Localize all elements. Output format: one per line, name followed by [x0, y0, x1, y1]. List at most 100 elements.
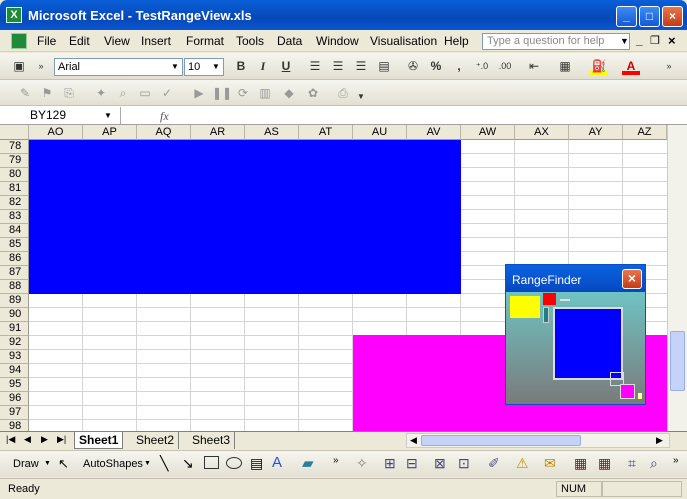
row-header[interactable]: 90: [0, 308, 29, 322]
currency-icon[interactable]: ✇: [404, 57, 422, 75]
row-header[interactable]: 97: [0, 406, 29, 420]
row-header[interactable]: 79: [0, 154, 29, 168]
borders-icon[interactable]: ▦: [556, 57, 574, 75]
menu-tools[interactable]: Tools: [236, 34, 264, 48]
row-header[interactable]: 96: [0, 392, 29, 406]
tool-icon-4[interactable]: ✦: [92, 84, 110, 102]
tool-icon-17[interactable]: ✐: [488, 455, 500, 472]
column-header[interactable]: AW: [461, 125, 515, 140]
rectangle-icon[interactable]: [204, 456, 219, 469]
menu-view[interactable]: View: [104, 34, 130, 48]
toolbar-options-icon[interactable]: »: [32, 57, 50, 75]
tab-sheet2[interactable]: Sheet2: [132, 432, 180, 449]
wordart-icon[interactable]: A: [272, 454, 282, 471]
menu-help[interactable]: Help: [444, 34, 469, 48]
tool-icon-18[interactable]: ✉: [544, 455, 556, 472]
column-header[interactable]: AU: [353, 125, 407, 140]
chevron-down-icon[interactable]: ▼: [210, 60, 222, 74]
tool-icon-12[interactable]: ✧: [356, 455, 368, 472]
minimize-button[interactable]: _: [616, 6, 637, 27]
draw-menu[interactable]: Draw: [13, 458, 39, 470]
prev-sheet-icon[interactable]: ◀: [24, 434, 31, 445]
merge-center-icon[interactable]: ▤: [375, 57, 393, 75]
increase-decimal-icon[interactable]: ⁺.0: [473, 57, 491, 75]
tool-icon-9[interactable]: ◆: [280, 84, 298, 102]
row-header[interactable]: 83: [0, 210, 29, 224]
line-icon[interactable]: ╲: [160, 455, 168, 472]
column-header[interactable]: AX: [515, 125, 569, 140]
zoom-icon[interactable]: ⌕: [650, 455, 658, 472]
tool-icon-6[interactable]: ▭: [136, 84, 154, 102]
vertical-scrollbar[interactable]: [667, 125, 687, 432]
scroll-left-icon[interactable]: ◀: [410, 435, 417, 446]
font-name-combo[interactable]: Arial ▼: [54, 58, 183, 76]
scroll-right-icon[interactable]: ▶: [656, 435, 663, 446]
tool-icon-8[interactable]: ▥: [256, 84, 274, 102]
rangefinder-close-button[interactable]: ×: [622, 269, 642, 289]
column-header[interactable]: AS: [245, 125, 299, 140]
underline-button[interactable]: U: [277, 57, 295, 75]
row-header[interactable]: 85: [0, 238, 29, 252]
column-header[interactable]: AV: [407, 125, 461, 140]
tab-sheet3[interactable]: Sheet3: [188, 432, 236, 449]
row-header[interactable]: 81: [0, 182, 29, 196]
row-header[interactable]: 92: [0, 336, 29, 350]
column-header[interactable]: AT: [299, 125, 353, 140]
save-icon[interactable]: ▣: [10, 57, 28, 75]
row-header[interactable]: 91: [0, 322, 29, 336]
scroll-thumb[interactable]: [670, 331, 685, 391]
row-header[interactable]: 95: [0, 378, 29, 392]
tab-sheet1[interactable]: Sheet1: [74, 432, 124, 449]
column-header[interactable]: AO: [29, 125, 83, 140]
doc-minimize-icon[interactable]: _: [636, 33, 643, 47]
row-header[interactable]: 84: [0, 224, 29, 238]
chevron-down-icon[interactable]: ▼: [169, 60, 181, 74]
help-search-input[interactable]: Type a question for help: [482, 33, 630, 50]
column-header[interactable]: AR: [191, 125, 245, 140]
tool-icon-2[interactable]: ⚑: [38, 84, 56, 102]
align-right-icon[interactable]: ☰: [352, 57, 370, 75]
play-icon[interactable]: ▶: [190, 84, 208, 102]
maximize-button[interactable]: □: [639, 6, 660, 27]
align-center-icon[interactable]: ☰: [329, 57, 347, 75]
minimap-red-range[interactable]: [543, 293, 556, 305]
row-header[interactable]: 80: [0, 168, 29, 182]
comma-button[interactable]: ,: [450, 57, 468, 75]
row-header[interactable]: 82: [0, 196, 29, 210]
column-header[interactable]: AQ: [137, 125, 191, 140]
tool-icon-1[interactable]: ✎: [16, 84, 34, 102]
tool-icon-10[interactable]: ✿: [304, 84, 322, 102]
close-button[interactable]: ×: [662, 6, 683, 27]
tool-icon-16[interactable]: ⊡: [458, 455, 470, 472]
doc-close-icon[interactable]: ×: [668, 33, 676, 48]
font-color-icon[interactable]: A: [622, 57, 640, 75]
decrease-decimal-icon[interactable]: .00: [496, 57, 514, 75]
column-header[interactable]: AY: [569, 125, 623, 140]
italic-button[interactable]: I: [254, 57, 272, 75]
excel-app-icon[interactable]: X: [6, 7, 22, 23]
row-header[interactable]: 78: [0, 140, 29, 154]
row-header[interactable]: 88: [0, 280, 29, 294]
percent-button[interactable]: %: [427, 57, 445, 75]
chevron-down-icon[interactable]: ▼: [44, 460, 51, 467]
row-header[interactable]: 94: [0, 364, 29, 378]
align-left-icon[interactable]: ☰: [306, 57, 324, 75]
warning-icon[interactable]: ⚠: [516, 455, 529, 472]
row-header[interactable]: 86: [0, 252, 29, 266]
tool-icon-7[interactable]: ✓: [158, 84, 176, 102]
tool-icon-15[interactable]: ⊠: [434, 455, 446, 472]
rangefinder-minimap[interactable]: [506, 292, 645, 404]
scroll-thumb[interactable]: [421, 435, 581, 446]
select-pointer-icon[interactable]: ↖: [58, 456, 69, 472]
minimap-magenta-range[interactable]: [620, 384, 635, 399]
minimap-teal-range[interactable]: [543, 307, 549, 323]
column-header[interactable]: AP: [83, 125, 137, 140]
refresh-icon[interactable]: ⟳: [234, 84, 252, 102]
toolbar-options-icon[interactable]: »: [660, 57, 678, 75]
row-header[interactable]: 89: [0, 294, 29, 308]
fill-color-icon[interactable]: ⛽: [590, 57, 608, 75]
pause-icon[interactable]: ❚❚: [212, 84, 232, 102]
chevron-down-icon[interactable]: ▼: [144, 460, 151, 467]
next-sheet-icon[interactable]: ▶: [41, 434, 48, 445]
first-sheet-icon[interactable]: |◀: [6, 434, 15, 445]
